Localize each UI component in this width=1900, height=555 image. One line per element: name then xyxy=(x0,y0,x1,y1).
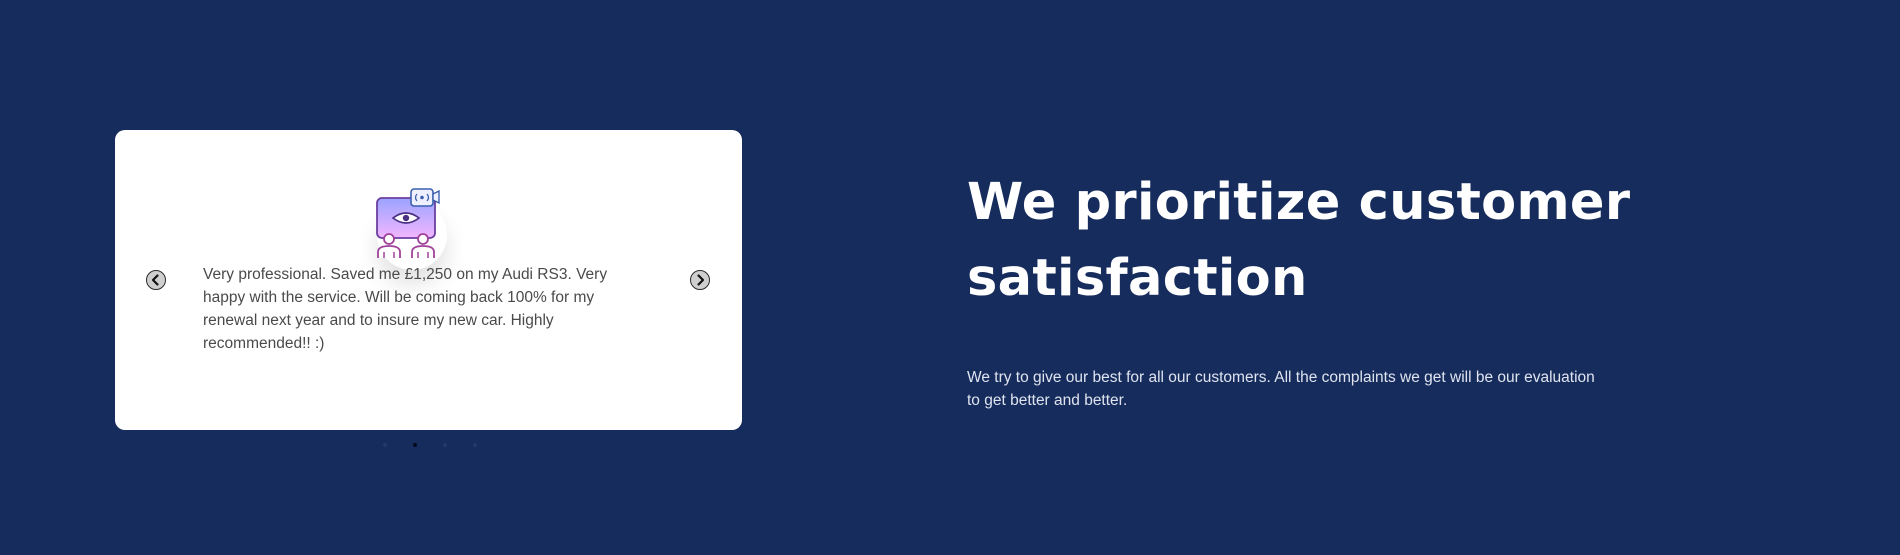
carousel-next-button[interactable] xyxy=(690,270,710,290)
chevron-right-icon xyxy=(697,274,705,286)
testimonials-section: Very professional. Saved me £1,250 on my… xyxy=(0,0,1900,555)
testimonial-quote: Very professional. Saved me £1,250 on my… xyxy=(203,266,608,352)
carousel-dot-3[interactable] xyxy=(443,443,447,447)
carousel-dot-4[interactable] xyxy=(473,443,477,447)
carousel-dot-1[interactable] xyxy=(383,443,387,447)
section-description: We try to give our best for all our cust… xyxy=(967,369,1595,409)
carousel-prev-button[interactable] xyxy=(146,270,166,290)
testimonial-avatar xyxy=(373,186,453,266)
carousel-pagination xyxy=(383,443,477,449)
chevron-left-icon xyxy=(151,274,159,286)
carousel-dot-2[interactable] xyxy=(413,443,417,447)
security-camera-users-icon xyxy=(376,188,440,258)
testimonial-card: Very professional. Saved me £1,250 on my… xyxy=(115,130,742,430)
section-heading: We prioritize customer satisfaction xyxy=(967,173,1631,308)
